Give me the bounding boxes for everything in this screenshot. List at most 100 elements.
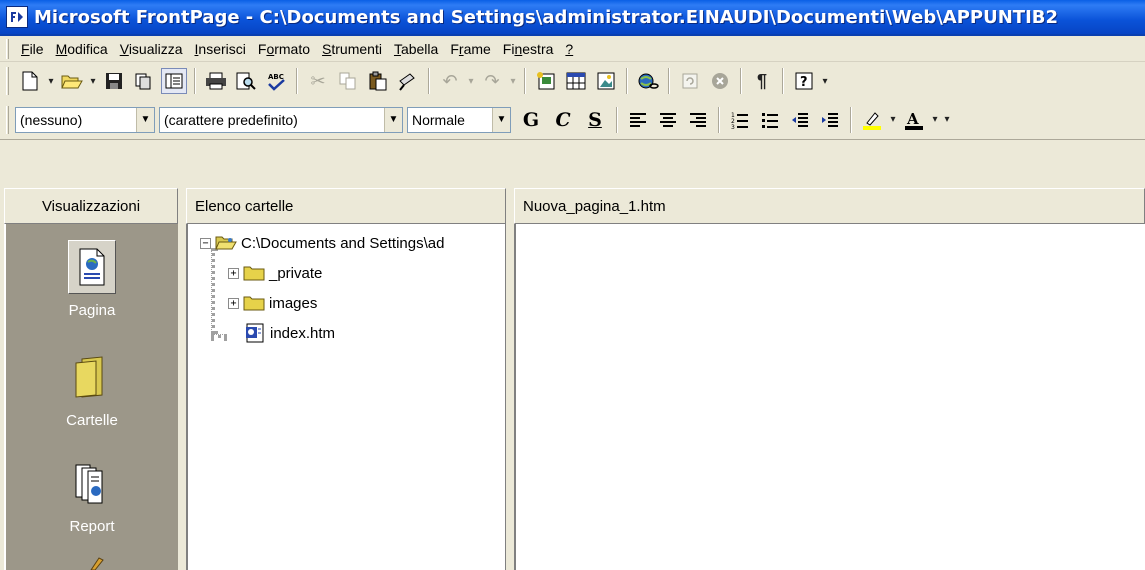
align-center-icon[interactable] [655,107,681,133]
font-select[interactable]: (carattere predefinito) ▼ [159,106,403,133]
chevron-down-icon[interactable]: ▼ [136,107,154,132]
increase-indent-icon[interactable] [817,107,843,133]
views-bar: Pagina Cartelle Report [4,224,178,570]
undo-dropdown-arrow[interactable]: ▾ [465,68,477,94]
stop-icon[interactable] [707,68,733,94]
new-page-icon[interactable] [17,68,43,94]
redo-icon[interactable]: ↷ [479,68,505,94]
view-label: Report [69,518,115,535]
toolbar-options-arrow[interactable]: ▾ [941,107,953,133]
print-preview-icon[interactable] [233,68,259,94]
open-folder-icon[interactable] [59,68,85,94]
hyperlink-icon[interactable] [635,68,661,94]
italic-button[interactable]: C [550,109,576,131]
format-painter-icon[interactable] [395,68,421,94]
svg-text:3: 3 [731,124,735,129]
tree-root[interactable]: − C:\Documents and Settings\ad [200,230,444,256]
menu-item-inserisci[interactable]: Inserisci [189,39,252,59]
view-page-button[interactable]: Pagina [6,240,178,319]
help-icon[interactable]: ? [791,68,817,94]
standard-toolbar: ▾ ▾ ABC ✂ ↶ ▾ ↷ ▾ ¶ ? ▾ [0,62,1145,100]
menu-item-strumenti[interactable]: Strumenti [316,39,388,59]
show-all-paragraph-icon[interactable]: ¶ [749,68,775,94]
decrease-indent-icon[interactable] [787,107,813,133]
tree-item-images[interactable]: + images [228,290,317,316]
insert-component-icon[interactable] [533,68,559,94]
underline-button[interactable]: S [582,109,608,131]
bold-button[interactable]: G [518,109,544,131]
font-color-dropdown-arrow[interactable]: ▾ [929,107,941,133]
tree-root-label: C:\Documents and Settings\ad [241,234,445,252]
toolbar-options-arrow[interactable]: ▾ [819,68,831,94]
view-reports-button[interactable]: Report [6,456,178,535]
collapse-toggle[interactable]: − [200,237,211,249]
expand-toggle[interactable]: + [228,297,239,309]
numbered-list-icon[interactable]: 123 [727,107,753,133]
bulleted-list-icon[interactable] [757,107,783,133]
html-file-icon [246,323,264,343]
page-editor[interactable] [514,224,1145,570]
insert-table-icon[interactable] [563,68,589,94]
view-navigation-button[interactable] [6,556,178,570]
folder-icon [243,296,265,311]
chevron-down-icon[interactable]: ▼ [384,107,402,132]
undo-icon[interactable]: ↶ [437,68,463,94]
folder-list-toggle-icon[interactable] [161,68,187,94]
expand-toggle[interactable]: + [228,267,239,279]
menu-item-frame[interactable]: Frame [444,39,496,59]
title-bar: Microsoft FrontPage - C:\Documents and S… [0,0,1145,36]
toolbar-grip[interactable] [6,105,9,134]
toolbar-grip[interactable] [6,67,9,95]
refresh-icon[interactable] [677,68,703,94]
save-icon[interactable] [101,68,127,94]
new-dropdown-arrow[interactable]: ▾ [45,68,57,94]
toolbar-separator [718,106,720,133]
align-left-icon[interactable] [625,107,651,133]
copy-icon[interactable] [335,68,361,94]
menu-grip[interactable] [6,38,9,59]
spelling-check-icon[interactable]: ABC [263,68,289,94]
paste-icon[interactable] [365,68,391,94]
open-dropdown-arrow[interactable]: ▾ [87,68,99,94]
svg-text:A: A [906,110,919,128]
tree-item-index[interactable]: index.htm [240,320,335,346]
reports-view-icon [68,456,116,510]
svg-text:?: ? [800,75,808,90]
align-right-icon[interactable] [685,107,711,133]
font-select-value: (carattere predefinito) [164,111,298,128]
cut-icon[interactable]: ✂ [305,68,331,94]
size-select[interactable]: Normale ▼ [407,106,511,133]
frontpage-app-icon[interactable] [6,6,28,28]
toolbar-separator [668,68,670,94]
menu-item-formato[interactable]: Formato [252,39,316,59]
window-title: Microsoft FrontPage - C:\Documents and S… [34,6,1059,28]
menu-item-visualizza[interactable]: Visualizza [114,39,189,59]
toolbar-separator [850,106,852,133]
publish-web-icon[interactable] [131,68,157,94]
print-icon[interactable] [203,68,229,94]
toolbar-separator [740,68,742,94]
svg-text:ABC: ABC [268,73,284,81]
redo-dropdown-arrow[interactable]: ▾ [507,68,519,94]
tree-item-private[interactable]: + _private [228,260,322,286]
highlight-dropdown-arrow[interactable]: ▾ [887,107,899,133]
chevron-down-icon[interactable]: ▼ [492,107,510,132]
menu-item-help[interactable]: ? [559,39,579,59]
highlight-color-icon[interactable] [859,107,885,133]
tree-item-label: _private [269,264,323,282]
toolbar-separator [296,68,298,94]
page-view-icon [68,240,116,294]
formatting-toolbar: (nessuno) ▼ (carattere predefinito) ▼ No… [0,100,1145,140]
menu-item-file[interactable]: File [15,39,50,59]
menu-item-tabella[interactable]: Tabella [388,39,444,59]
menu-bar: File Modifica Visualizza Inserisci Formato St… [0,36,1145,62]
insert-picture-icon[interactable] [593,68,619,94]
page-tab[interactable]: Nuova_pagina_1.htm [514,188,1145,224]
menu-item-modifica[interactable]: Modifica [50,39,114,59]
toolbar-separator [782,68,784,94]
style-select[interactable]: (nessuno) ▼ [15,106,155,133]
font-color-icon[interactable]: A [901,107,927,133]
view-folders-button[interactable]: Cartelle [6,350,178,429]
tree-item-label: images [269,294,318,312]
menu-item-finestra[interactable]: Finestra [497,39,560,59]
